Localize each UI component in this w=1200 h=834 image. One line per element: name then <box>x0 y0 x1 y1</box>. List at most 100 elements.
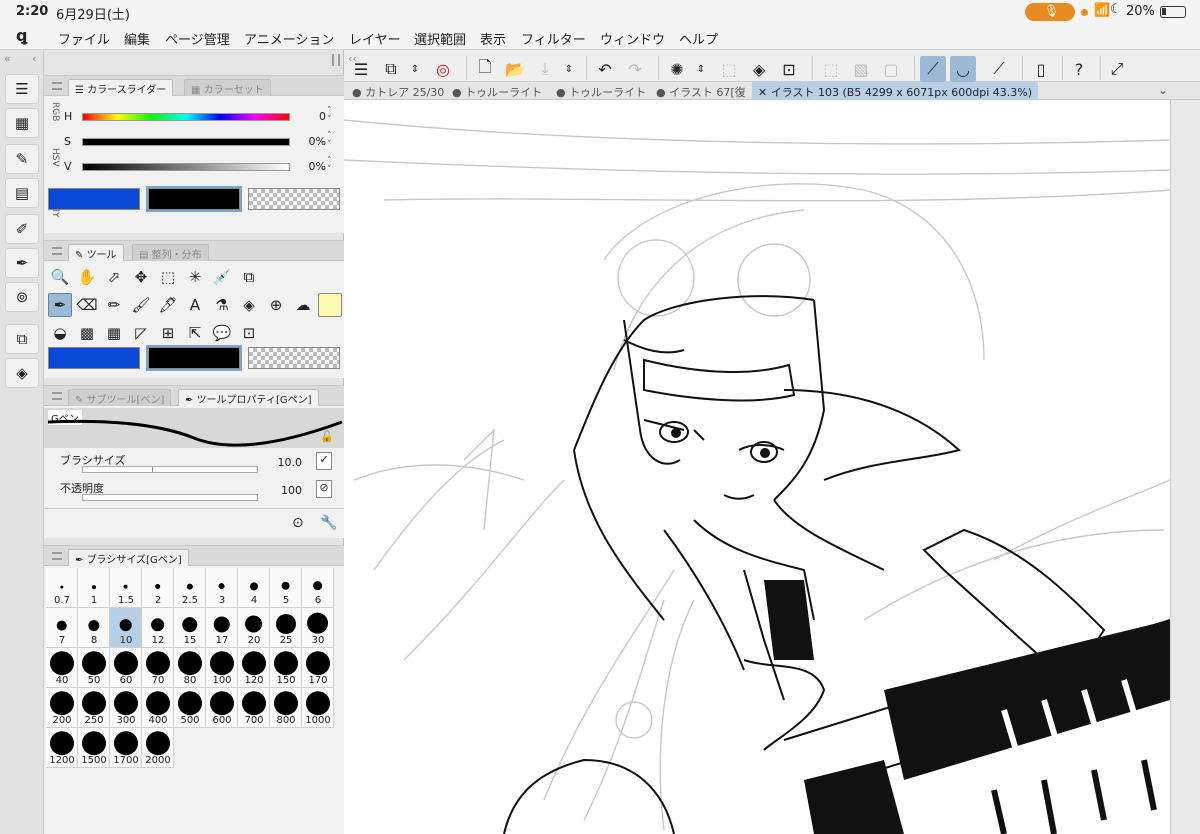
transform-icon[interactable]: ⊡ <box>776 56 802 82</box>
collapse-panel-icon[interactable]: ‹ <box>32 52 36 65</box>
app-logo-icon[interactable]: ꝗ <box>16 26 27 45</box>
fill-tool-icon[interactable]: ◒ <box>48 321 72 345</box>
brush-tool-icon[interactable]: 🖌 <box>129 293 153 317</box>
pen-tool-strip-icon[interactable]: ✎ <box>5 144 39 174</box>
brush-size-option[interactable]: 800 <box>270 688 302 728</box>
airbrush-tool-icon[interactable]: 🖊 <box>156 293 180 317</box>
help-icon[interactable]: ? <box>1066 56 1092 82</box>
brush-size-option[interactable]: 30 <box>302 608 334 648</box>
brush-size-option[interactable]: 150 <box>270 648 302 688</box>
operation-tool-icon[interactable]: ⬀ <box>102 265 126 289</box>
brush-size-option[interactable]: 600 <box>206 688 238 728</box>
drawing-canvas[interactable] <box>344 100 1170 834</box>
main-color-swatch-2[interactable] <box>48 347 140 369</box>
tab-tool[interactable]: ✎ ツール <box>68 244 124 261</box>
color-slider-strip-icon[interactable]: ☰ <box>5 74 39 104</box>
invert-selection-icon[interactable]: ▧ <box>848 56 874 82</box>
panel-grip-icon[interactable] <box>52 247 62 255</box>
menu-filter[interactable]: フィルター <box>521 29 586 48</box>
clear-icon[interactable]: ⬚ <box>716 56 742 82</box>
vector-pen-strip-icon[interactable]: ✐ <box>5 214 39 244</box>
clip-studio-icon[interactable]: ◎ <box>430 56 456 82</box>
transparent-color-swatch-2[interactable] <box>248 347 340 369</box>
open-file-icon[interactable]: 📂 <box>502 56 528 82</box>
new-file-icon[interactable]: 🗋 <box>472 56 498 82</box>
tab-brush-size[interactable]: ✒ ブラシサイズ[Gペン] <box>68 549 189 566</box>
layers-strip-icon[interactable]: ◈ <box>5 358 39 388</box>
zoom-tool-icon[interactable]: 🔍 <box>48 265 72 289</box>
brush-size-option[interactable]: 120 <box>238 648 270 688</box>
gradient-tool-icon[interactable]: ▩ <box>75 321 99 345</box>
fullscreen-icon[interactable]: ⤢ <box>1104 56 1130 82</box>
value-stepper-icon[interactable]: ˄ ˅ <box>327 157 332 175</box>
menu-page[interactable]: ページ管理 <box>165 29 230 48</box>
brush-size-option[interactable]: 1 <box>78 568 110 608</box>
brush-size-option[interactable]: 250 <box>78 688 110 728</box>
brush-size-option[interactable]: 50 <box>78 648 110 688</box>
hue-stepper-icon[interactable]: ˄ ˅ <box>327 107 332 125</box>
figure-tool-icon[interactable]: ◸ <box>129 321 153 345</box>
lock-icon[interactable]: 🔓 <box>320 430 334 443</box>
reset-icon[interactable]: ⊙ <box>292 515 304 531</box>
menu-icon[interactable]: ☰ <box>348 56 374 82</box>
doc-tab[interactable]: ● カトレア 25/30 <box>352 84 444 100</box>
panel-grip-icon[interactable] <box>52 552 62 560</box>
vertical-scroll-area[interactable] <box>1170 100 1200 834</box>
redo-icon[interactable]: ↷ <box>622 56 648 82</box>
brush-size-option[interactable]: 2 <box>142 568 174 608</box>
eyedropper-tool-icon[interactable]: 💉 <box>210 265 234 289</box>
smartphone-icon[interactable]: ▯ <box>1028 56 1054 82</box>
brush-size-option[interactable]: 0.7 <box>46 568 78 608</box>
brush-size-option[interactable]: 40 <box>46 648 78 688</box>
mode-rgb[interactable]: RGB <box>50 102 60 121</box>
brush-size-option[interactable]: 2000 <box>142 728 174 768</box>
brush-size-option[interactable]: 70 <box>142 648 174 688</box>
menu-window[interactable]: ウィンドウ <box>600 29 665 48</box>
brush-size-option[interactable]: 3 <box>206 568 238 608</box>
tab-subtool[interactable]: ✎ サブツール[ペン] <box>68 389 172 406</box>
pen-tool-icon[interactable]: ✒ <box>48 293 72 317</box>
menu-view[interactable]: 表示 <box>480 29 506 48</box>
brush-size-option[interactable]: 1.5 <box>110 568 142 608</box>
show-selection-icon[interactable]: ▢ <box>878 56 904 82</box>
doc-tab[interactable]: ● トゥルーライト <box>556 84 646 100</box>
saturation-slider[interactable] <box>82 138 290 146</box>
quick-access-icon[interactable]: ⧉ <box>378 56 404 82</box>
menu-help[interactable]: ヘルプ <box>679 29 718 48</box>
doc-tab[interactable]: ● イラスト 67[復元] <box>656 84 746 100</box>
brush-size-option[interactable]: 200 <box>46 688 78 728</box>
brush-size-option[interactable]: 6 <box>302 568 334 608</box>
brush-size-prop-slider[interactable] <box>82 466 258 473</box>
tab-color-set[interactable]: ▦ カラーセット <box>184 79 271 96</box>
quick-access-stepper-icon[interactable]: ⇕ <box>402 56 428 82</box>
sub-tool-strip-icon[interactable]: ▤ <box>5 178 39 208</box>
brush-size-option[interactable]: 500 <box>174 688 206 728</box>
brush-size-option[interactable]: 1700 <box>110 728 142 768</box>
brush-size-option[interactable]: 100 <box>206 648 238 688</box>
move-tool-icon[interactable]: ✥ <box>129 265 153 289</box>
tool-property-strip-icon[interactable]: ✒ <box>5 248 39 278</box>
pattern-tool-icon[interactable]: ◈ <box>237 293 261 317</box>
brush-size-option[interactable]: 1000 <box>302 688 334 728</box>
sub-color-swatch-2[interactable] <box>146 345 242 371</box>
color-tool-icon[interactable] <box>318 293 342 317</box>
value-slider[interactable] <box>82 163 290 171</box>
brush-size-strip-icon[interactable]: ⊚ <box>5 282 39 312</box>
liquify-tool-icon[interactable]: ☁ <box>291 293 315 317</box>
opacity-prop-slider[interactable] <box>82 494 258 501</box>
snap-grid-icon[interactable]: ⟋ <box>986 56 1012 82</box>
brush-size-option[interactable]: 8 <box>78 608 110 648</box>
brush-size-dynamics-icon[interactable]: ✓ <box>316 452 332 470</box>
transparent-color-swatch[interactable] <box>248 188 340 210</box>
loading-icon[interactable]: ✺ <box>664 56 690 82</box>
hue-slider[interactable] <box>82 113 290 121</box>
opacity-dynamics-icon[interactable]: ⊘ <box>316 480 332 498</box>
chevron-down-icon[interactable]: ⌄ <box>1158 83 1168 97</box>
pencil-tool-icon[interactable]: ✏ <box>102 293 126 317</box>
brush-size-option[interactable]: 5 <box>270 568 302 608</box>
brush-size-option[interactable]: 60 <box>110 648 142 688</box>
brush-size-option[interactable]: 80 <box>174 648 206 688</box>
saturation-stepper-icon[interactable]: ˄ ˅ <box>327 132 332 150</box>
blend-tool-icon[interactable]: ⚗ <box>210 293 234 317</box>
menu-file[interactable]: ファイル <box>58 29 110 48</box>
